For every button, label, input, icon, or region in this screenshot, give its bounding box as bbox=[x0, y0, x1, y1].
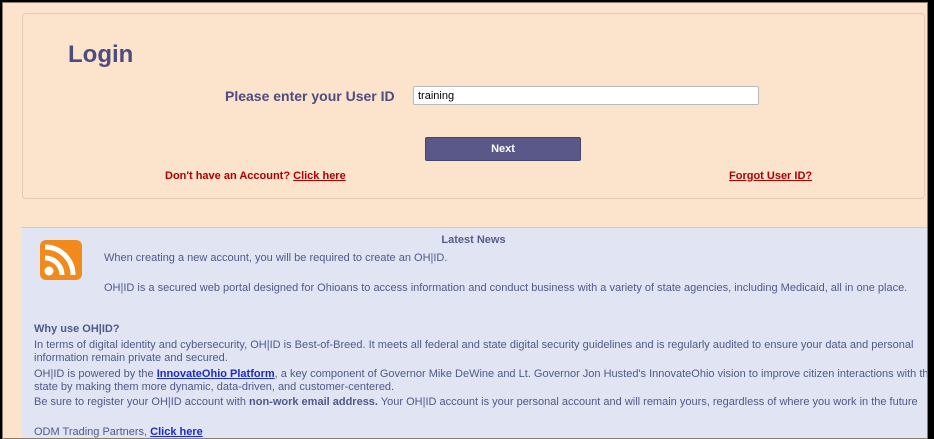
why-title: Why use OH|ID? bbox=[34, 323, 120, 335]
trading-partners-link[interactable]: Click here bbox=[150, 426, 203, 438]
trading-partners-label: ODM Trading Partners, bbox=[34, 426, 151, 438]
news-security: In terms of digital identity and cyberse… bbox=[34, 339, 914, 364]
next-button[interactable]: Next bbox=[425, 137, 581, 161]
platform-text-before: OH|ID is powered by the bbox=[34, 368, 157, 380]
news-description: OH|ID is a secured web portal designed f… bbox=[104, 282, 908, 294]
news-trading-partners: ODM Trading Partners, Click here bbox=[34, 426, 203, 438]
login-panel: Login Please enter your User ID Next Don… bbox=[22, 13, 925, 199]
no-account-label: Don't have an Account? bbox=[165, 170, 291, 182]
register-text-after: Your OH|ID account is your personal acco… bbox=[377, 396, 918, 408]
page-title: Login bbox=[68, 41, 134, 68]
login-page: Login Please enter your User ID Next Don… bbox=[2, 2, 928, 439]
innovateohio-link[interactable]: InnovateOhio Platform bbox=[157, 368, 275, 380]
register-text-before: Be sure to register your OH|ID account w… bbox=[34, 396, 249, 408]
forgot-userid-link[interactable]: Forgot User ID? bbox=[729, 170, 812, 182]
no-account-text: Don't have an Account? Click here bbox=[165, 170, 346, 182]
news-register: Be sure to register your OH|ID account w… bbox=[34, 396, 927, 409]
userid-label: Please enter your User ID bbox=[225, 88, 395, 104]
create-account-link[interactable]: Click here bbox=[293, 170, 346, 182]
register-bold: non-work email address. bbox=[249, 396, 378, 408]
news-intro: When creating a new account, you will be… bbox=[104, 252, 448, 264]
news-panel: Latest News When creating a new account,… bbox=[22, 227, 927, 438]
news-title: Latest News bbox=[441, 234, 506, 246]
rss-icon bbox=[40, 240, 82, 280]
news-platform: OH|ID is powered by the InnovateOhio Pla… bbox=[34, 368, 927, 394]
userid-input[interactable] bbox=[413, 86, 759, 105]
